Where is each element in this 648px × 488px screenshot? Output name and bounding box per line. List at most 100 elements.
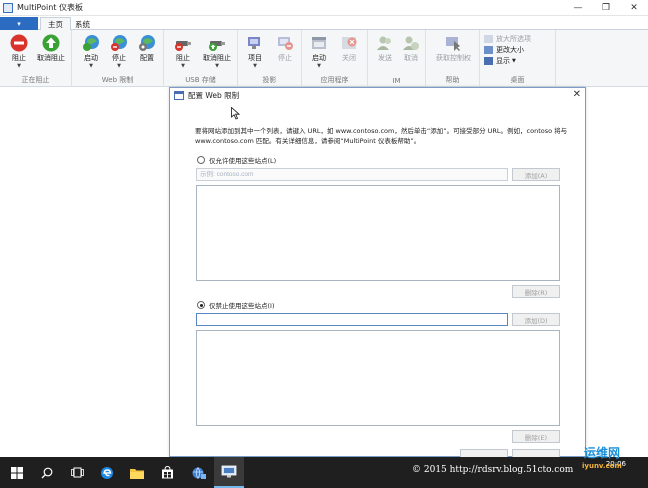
windows-logo-icon xyxy=(11,466,23,479)
network-admin-button[interactable] xyxy=(184,457,214,488)
ribbon-group-web-limits: 启动 ▼ 停止 ▼ 配置 Web 限制 xyxy=(72,30,164,87)
web-configure-label: 配置 xyxy=(140,54,154,62)
folder-icon xyxy=(130,468,144,479)
chevron-down-icon: ▼ xyxy=(317,63,321,69)
blog-watermark: © 2015 http://rdsrv.blog.51cto.com xyxy=(412,465,574,475)
usb-unblock-icon xyxy=(207,33,227,53)
app-start-button[interactable]: 启动 ▼ xyxy=(302,33,336,69)
multipoint-dashboard-taskbar-button[interactable] xyxy=(214,457,244,488)
ribbon-group-label: Web 限制 xyxy=(101,76,134,84)
app-close-button[interactable]: 关闭 xyxy=(332,33,366,63)
multipoint-app-icon xyxy=(3,2,13,13)
task-view-icon xyxy=(70,467,84,478)
change-size-button[interactable]: 更改大小 xyxy=(484,44,554,55)
start-button[interactable] xyxy=(2,457,32,488)
globe-stop-icon xyxy=(109,33,129,53)
desktop-options-list: 放大所选项 更改大小 显示 ▼ xyxy=(484,33,554,66)
usb-block-label: 阻止 xyxy=(176,54,190,62)
ribbon-group-applications: 启动 ▼ 关闭 应用程序 xyxy=(302,30,368,87)
im-cancel-button[interactable]: 取消 xyxy=(394,33,428,63)
edge-browser-button[interactable] xyxy=(92,457,122,488)
tab-home[interactable]: 主页 xyxy=(40,17,71,31)
unblock-arrow-icon xyxy=(41,33,61,53)
thumbnail-pane xyxy=(0,87,168,457)
minimize-button[interactable]: — xyxy=(564,0,592,16)
projector-icon xyxy=(245,33,265,53)
configure-web-limits-dialog: 配置 Web 限制 ✕ 要将网站添加到其中一个列表，请键入 URL，如 www.… xyxy=(169,87,586,462)
remote-control-icon xyxy=(443,33,463,53)
block-button[interactable]: 阻止 ▼ xyxy=(2,33,36,69)
display-button[interactable]: 显示 ▼ xyxy=(484,55,554,66)
usb-unblock-label: 取消阻止 xyxy=(203,54,231,62)
projector-stop-icon xyxy=(275,33,295,53)
ribbon-group-label: IM xyxy=(392,77,401,85)
chevron-down-icon: ▼ xyxy=(181,63,185,69)
block-only-radio[interactable]: 仅禁止使用这些站点(I) xyxy=(197,300,275,310)
enlarge-selected-button[interactable]: 放大所选项 xyxy=(484,33,554,44)
radio-button-selected[interactable] xyxy=(197,301,205,309)
dashboard-monitor-icon xyxy=(221,465,237,478)
change-size-label: 更改大小 xyxy=(496,45,524,54)
dialog-close-button[interactable]: ✕ xyxy=(573,89,581,100)
projection-stop-button[interactable]: 停止 xyxy=(268,33,302,63)
unblock-button-label: 取消阻止 xyxy=(37,54,65,62)
block-button-label: 阻止 xyxy=(12,54,26,62)
allow-add-button[interactable]: 添加(A) xyxy=(512,168,560,181)
display-label: 显示 xyxy=(496,56,510,65)
file-menu-button[interactable]: ▾ xyxy=(0,17,38,30)
dialog-title-bar: 配置 Web 限制 ✕ xyxy=(170,88,585,103)
allowed-sites-list[interactable] xyxy=(196,185,560,281)
unblock-button[interactable]: 取消阻止 xyxy=(34,33,68,63)
dialog-window-icon xyxy=(174,91,184,100)
zoom-icon xyxy=(484,34,493,43)
allow-site-input[interactable] xyxy=(196,168,508,181)
mouse-cursor-icon xyxy=(231,107,240,120)
allow-remove-button[interactable]: 删除(R) xyxy=(512,285,560,298)
app-close-label: 关闭 xyxy=(342,54,356,62)
ribbon-tab-row: ▾ 主页 系统 xyxy=(0,16,648,31)
blocked-sites-list[interactable] xyxy=(196,330,560,426)
resize-icon xyxy=(484,45,493,54)
ribbon-group-label: 正在阻止 xyxy=(21,76,50,84)
search-icon xyxy=(41,467,53,478)
web-configure-button[interactable]: 配置 xyxy=(130,33,164,63)
app-window: MultiPoint 仪表板 — ❐ ✕ ▾ 主页 系统 阻止 ▼ 取消阻止 正… xyxy=(0,0,648,488)
maximize-button[interactable]: ❐ xyxy=(592,0,620,16)
ribbon-group-projection: 项目 ▼ 停止 投影 xyxy=(238,30,302,87)
usb-unblock-button[interactable]: 取消阻止 ▼ xyxy=(200,33,234,69)
block-stop-icon xyxy=(9,33,29,53)
ribbon-group-help: 获取控制权 帮助 xyxy=(426,30,480,87)
store-button[interactable] xyxy=(152,457,182,488)
site-brand-logo: 运维网 xyxy=(584,446,621,460)
task-view-button[interactable] xyxy=(62,457,92,488)
radio-button[interactable] xyxy=(197,156,205,164)
allow-only-radio[interactable]: 仅允许使用这些站点(L) xyxy=(197,155,276,165)
chevron-down-icon: ▼ xyxy=(117,63,121,69)
close-button[interactable]: ✕ xyxy=(620,0,648,16)
ribbon-group-blocking: 阻止 ▼ 取消阻止 正在阻止 xyxy=(0,30,72,87)
file-explorer-button[interactable] xyxy=(122,457,152,488)
block-site-input[interactable] xyxy=(196,313,508,326)
ribbon-group-desktop: 放大所选项 更改大小 显示 ▼ 桌面 xyxy=(480,30,556,87)
block-remove-button[interactable]: 删除(E) xyxy=(512,430,560,443)
window-controls: — ❐ ✕ xyxy=(564,0,648,16)
tab-system[interactable]: 系统 xyxy=(68,17,97,31)
allow-only-label: 仅允许使用这些站点(L) xyxy=(209,157,277,165)
usb-block-button[interactable]: 阻止 ▼ xyxy=(166,33,200,69)
users-cancel-icon xyxy=(401,33,421,53)
usb-block-icon xyxy=(173,33,193,53)
search-button[interactable] xyxy=(32,457,62,488)
ribbon-group-label: 帮助 xyxy=(445,76,460,84)
window-title: MultiPoint 仪表板 xyxy=(17,3,83,12)
app-start-label: 启动 xyxy=(312,54,326,62)
ribbon-group-im: 发送 取消 IM xyxy=(368,30,426,87)
ribbon-group-label: USB 存储 xyxy=(185,76,216,84)
project-label: 项目 xyxy=(248,54,262,62)
chevron-down-icon: ▼ xyxy=(215,63,219,69)
take-control-button[interactable]: 获取控制权 xyxy=(436,33,471,63)
block-add-button[interactable]: 添加(D) xyxy=(512,313,560,326)
users-send-icon xyxy=(375,33,395,53)
project-button[interactable]: 项目 ▼ xyxy=(238,33,272,69)
enlarge-selected-label: 放大所选项 xyxy=(496,34,531,43)
edge-browser-icon xyxy=(101,466,113,479)
